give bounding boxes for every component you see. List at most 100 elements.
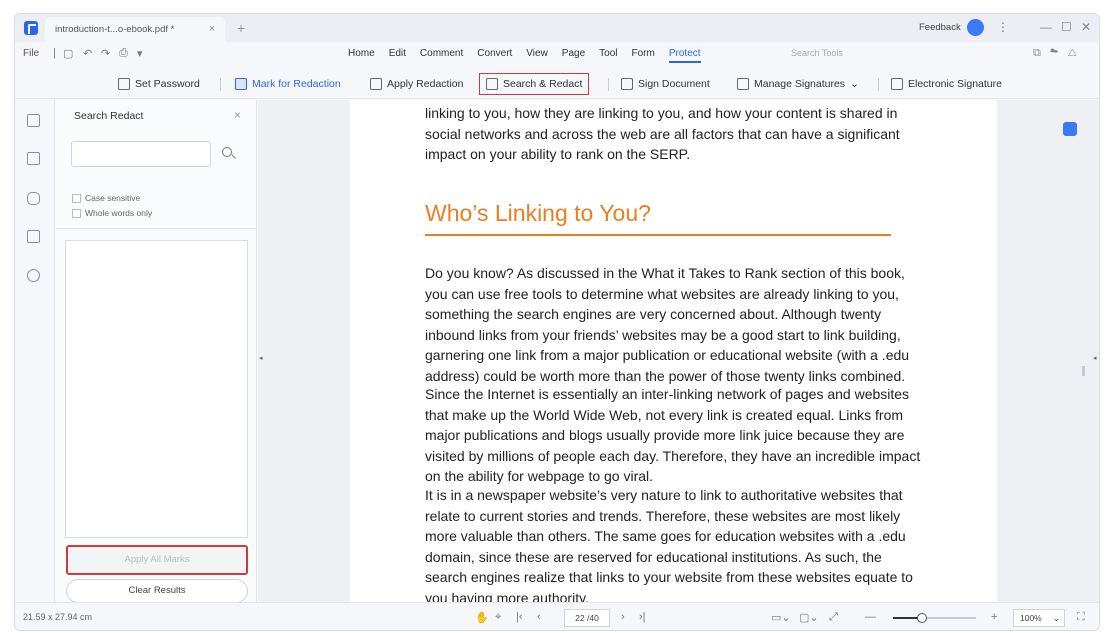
close-icon[interactable]: ×: [234, 108, 241, 122]
apply-redaction-icon: [370, 78, 382, 90]
left-rail: [15, 100, 55, 602]
zoom-select[interactable]: 100% ⌄: [1013, 609, 1065, 627]
page-paragraph: Since the Internet is essentially an int…: [425, 386, 921, 484]
zoom-value: 100%: [1020, 613, 1042, 623]
scrollbar[interactable]: [1082, 366, 1085, 376]
signature-icon: [737, 78, 749, 90]
case-sensitive-checkbox[interactable]: [72, 193, 81, 203]
undo-icon[interactable]: ↶: [83, 47, 92, 60]
title-bar: introduction-t...o-ebook.pdf * × + Feedb…: [15, 14, 1099, 42]
status-bar: 21.59 x 27.94 cm ✋ ⌖ |‹ ‹ 22 /40 › ›| ▭⌄…: [15, 602, 1099, 630]
tab-comment[interactable]: Comment: [420, 48, 463, 63]
save-icon[interactable]: ▢: [63, 47, 73, 60]
search-icon[interactable]: [222, 147, 232, 157]
redo-icon[interactable]: ↷: [101, 47, 110, 60]
page-paragraph: linking to you, how they are linking to …: [425, 105, 900, 162]
electronic-signature-button[interactable]: Electronic Signature: [891, 74, 1002, 94]
search-results-list[interactable]: [65, 240, 248, 538]
tab-tool[interactable]: Tool: [599, 48, 617, 63]
sign-document-icon: [621, 78, 633, 90]
apply-all-marks-button[interactable]: Apply All Marks: [66, 545, 248, 575]
ribbon-tabs: Home Edit Comment Convert View Page Tool…: [348, 48, 701, 63]
set-password-button[interactable]: Set Password: [118, 74, 200, 94]
zoom-slider-handle[interactable]: [917, 613, 927, 623]
collapse-left-panel-icon[interactable]: ◂: [259, 354, 263, 362]
select-tool-icon[interactable]: ⌖: [495, 611, 501, 624]
more-options-icon[interactable]: ⋮: [997, 20, 1009, 34]
last-page-icon[interactable]: ›|: [639, 611, 646, 623]
minimize-button[interactable]: —: [1040, 20, 1052, 34]
chevron-down-icon: ⌄: [850, 78, 859, 90]
app-logo-icon: [24, 21, 38, 35]
search-redact-panel: Search Redact × Case sensitive Whole wor…: [56, 100, 257, 603]
thumbnails-icon[interactable]: [27, 114, 40, 127]
whole-words-option[interactable]: Whole words only: [72, 208, 152, 218]
manage-signatures-button[interactable]: Manage Signatures ⌄: [737, 74, 859, 94]
apply-redaction-button[interactable]: Apply Redaction: [370, 74, 463, 94]
fullscreen-icon[interactable]: ⛶: [1077, 611, 1085, 624]
chevron-down-icon: ⌄: [1052, 613, 1060, 623]
tab-convert[interactable]: Convert: [477, 48, 512, 63]
lock-icon: [118, 78, 130, 90]
print-icon[interactable]: ⎙: [119, 47, 128, 60]
sign-document-button[interactable]: Sign Document: [621, 74, 710, 94]
set-password-label: Set Password: [135, 78, 200, 90]
mark-redaction-icon: [235, 78, 247, 90]
feedback-link[interactable]: Feedback: [919, 22, 961, 33]
document-tab[interactable]: introduction-t...o-ebook.pdf * ×: [45, 17, 225, 42]
tab-edit[interactable]: Edit: [389, 48, 406, 63]
zoom-slider[interactable]: [893, 613, 976, 623]
document-tab-label: introduction-t...o-ebook.pdf *: [55, 24, 175, 35]
close-tab-icon[interactable]: ×: [209, 23, 215, 35]
page-paragraph: It is in a newspaper website’s very natu…: [425, 487, 913, 606]
divider: [878, 78, 879, 91]
next-page-icon[interactable]: ›: [621, 611, 625, 623]
attachment-icon[interactable]: [27, 230, 40, 243]
tab-view[interactable]: View: [526, 48, 548, 63]
fit-width-icon[interactable]: ⤢: [829, 611, 838, 624]
case-sensitive-label: Case sensitive: [85, 193, 141, 203]
tab-protect[interactable]: Protect: [668, 48, 701, 63]
page-number-input[interactable]: 22 /40: [564, 609, 610, 627]
bookmark-icon[interactable]: [27, 152, 40, 165]
maximize-button[interactable]: ☐: [1061, 20, 1072, 34]
page-paragraph: Do you know? As discussed in the What it…: [425, 265, 910, 384]
mark-for-redaction-button[interactable]: Mark for Redaction: [235, 74, 341, 94]
previous-page-icon[interactable]: ‹: [537, 611, 541, 623]
zoom-in-icon[interactable]: +: [991, 611, 997, 623]
file-menu[interactable]: File: [23, 48, 39, 59]
tab-form[interactable]: Form: [632, 48, 655, 63]
search-tools-input[interactable]: Search Tools: [791, 48, 843, 58]
protect-toolbar: Set Password Mark for Redaction Apply Re…: [15, 69, 1099, 99]
divider: [608, 78, 609, 91]
clear-results-button[interactable]: Clear Results: [66, 579, 248, 603]
collapse-right-panel-icon[interactable]: ◂: [1093, 354, 1097, 362]
manage-signatures-label: Manage Signatures: [754, 78, 846, 90]
new-tab-button[interactable]: +: [237, 20, 245, 36]
zoom-out-icon[interactable]: —: [865, 611, 876, 623]
whole-words-label: Whole words only: [85, 208, 153, 218]
ai-assistant-icon[interactable]: [1063, 122, 1077, 136]
tab-home[interactable]: Home: [348, 48, 375, 63]
share-icons[interactable]: ⧉☁△: [1033, 47, 1086, 60]
avatar[interactable]: [967, 19, 984, 36]
quick-access-dropdown-icon[interactable]: ▾: [137, 47, 143, 60]
comment-icon[interactable]: [27, 192, 40, 205]
view-mode-icon[interactable]: ▢⌄: [799, 611, 819, 624]
first-page-icon[interactable]: |‹: [516, 611, 523, 623]
app-window: introduction-t...o-ebook.pdf * × + Feedb…: [14, 13, 1100, 631]
close-window-button[interactable]: ✕: [1081, 20, 1091, 34]
tab-page[interactable]: Page: [562, 48, 585, 63]
search-input[interactable]: [71, 141, 211, 167]
divider: [220, 78, 221, 91]
search-rail-icon[interactable]: [27, 269, 40, 282]
search-redact-button[interactable]: Search & Redact: [479, 73, 590, 95]
hand-tool-icon[interactable]: ✋: [475, 611, 489, 624]
electronic-signature-icon: [891, 78, 903, 90]
whole-words-checkbox[interactable]: [72, 208, 81, 218]
search-redact-label: Search & Redact: [503, 78, 583, 90]
apply-redaction-label: Apply Redaction: [387, 78, 464, 90]
page-heading: Who’s Linking to You?: [425, 200, 651, 226]
fit-page-icon[interactable]: ▭⌄: [771, 611, 791, 624]
case-sensitive-option[interactable]: Case sensitive: [72, 193, 140, 203]
